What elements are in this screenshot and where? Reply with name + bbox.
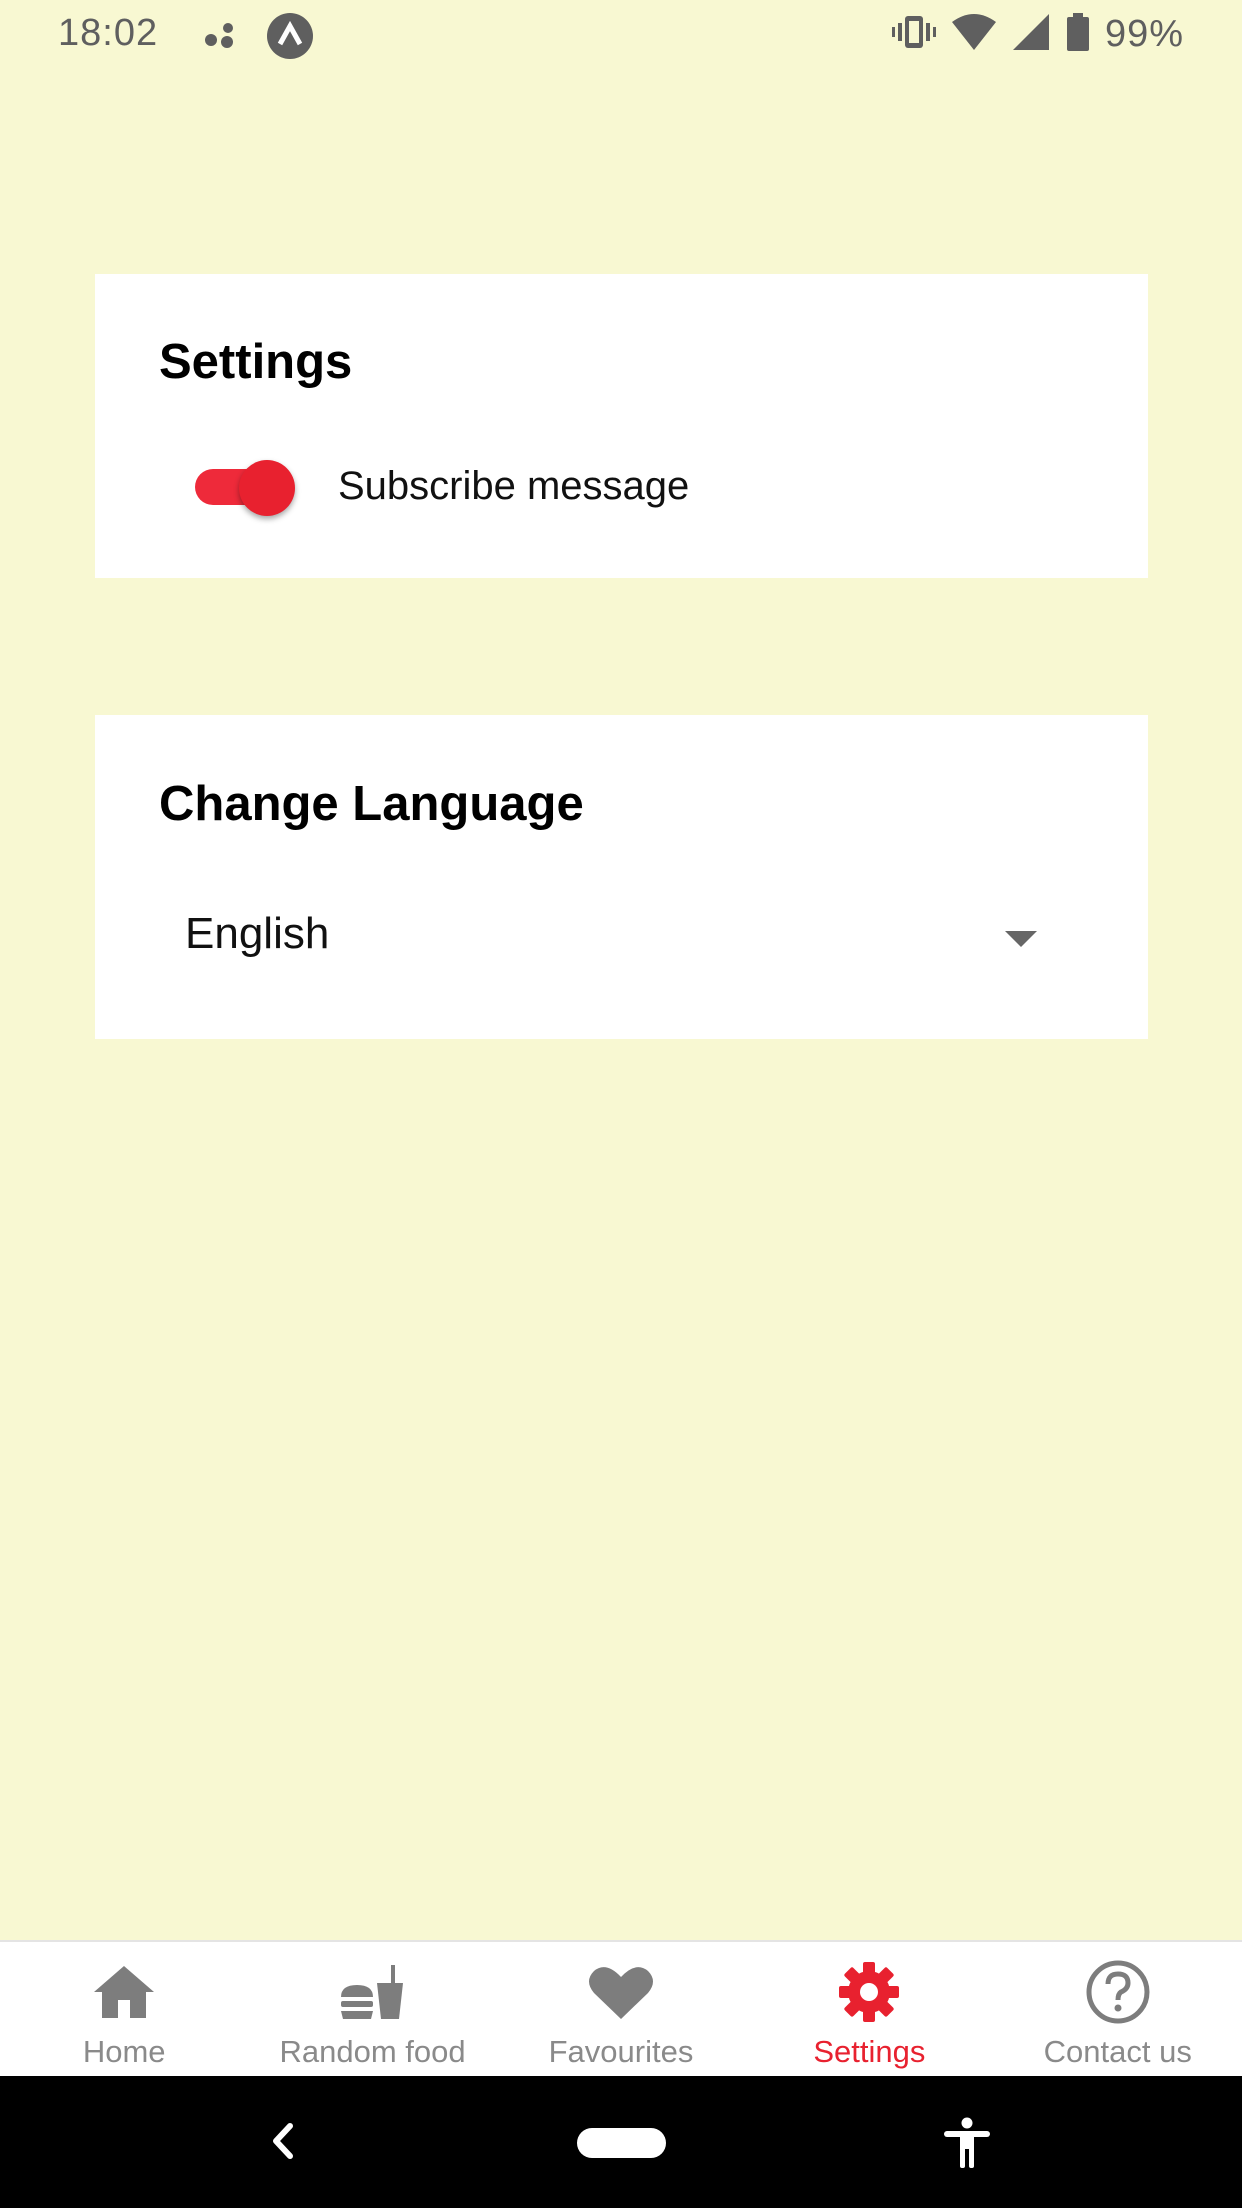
back-chevron-icon[interactable] (258, 2116, 308, 2166)
language-card: Change Language English (95, 715, 1148, 1039)
nav-item-contact-us[interactable]: Contact us (994, 1942, 1242, 2078)
selected-language: English (185, 909, 330, 958)
language-title: Change Language (159, 777, 584, 831)
nav-label-contact-us: Contact us (1043, 2034, 1192, 2069)
help-circle-icon (1083, 1960, 1153, 2024)
wifi-icon (951, 12, 997, 57)
gear-icon (834, 1960, 904, 2024)
nav-item-home[interactable]: Home (0, 1942, 248, 2078)
fast-food-icon (338, 1960, 408, 2024)
settings-card: Settings Subscribe message (95, 274, 1148, 578)
heart-icon (586, 1960, 656, 2024)
status-notification-icons (202, 12, 314, 65)
bottom-navigation: Home Random food Favourites Settings Con… (0, 1940, 1242, 2078)
dots-icon (202, 18, 238, 59)
language-dropdown[interactable]: English (159, 887, 1095, 987)
nav-label-favourites: Favourites (548, 2034, 694, 2069)
system-navigation-bar (0, 2076, 1242, 2208)
home-pill-button[interactable] (577, 2128, 666, 2158)
nav-item-random-food[interactable]: Random food (248, 1942, 496, 2078)
settings-title: Settings (159, 335, 353, 389)
app-badge-icon (266, 12, 314, 65)
toggle-thumb (239, 460, 295, 516)
subscribe-label: Subscribe message (338, 464, 690, 508)
nav-label-home: Home (82, 2034, 166, 2069)
nav-item-favourites[interactable]: Favourites (497, 1942, 745, 2078)
battery-percent: 99% (1104, 13, 1184, 55)
status-system-icons: 99% (891, 12, 1184, 57)
nav-item-settings[interactable]: Settings (745, 1942, 993, 2078)
dropdown-arrow-icon (1005, 931, 1037, 947)
home-icon (89, 1960, 159, 2024)
accessibility-icon[interactable] (940, 2116, 994, 2170)
subscribe-toggle[interactable] (195, 460, 305, 520)
status-time: 18:02 (58, 12, 159, 54)
status-bar: 18:02 99% (0, 0, 1242, 66)
nav-label-random-food: Random food (279, 2034, 466, 2069)
battery-icon (1065, 12, 1091, 57)
vibrate-icon (891, 12, 937, 57)
signal-icon (1011, 12, 1051, 57)
nav-label-settings: Settings (813, 2034, 926, 2069)
